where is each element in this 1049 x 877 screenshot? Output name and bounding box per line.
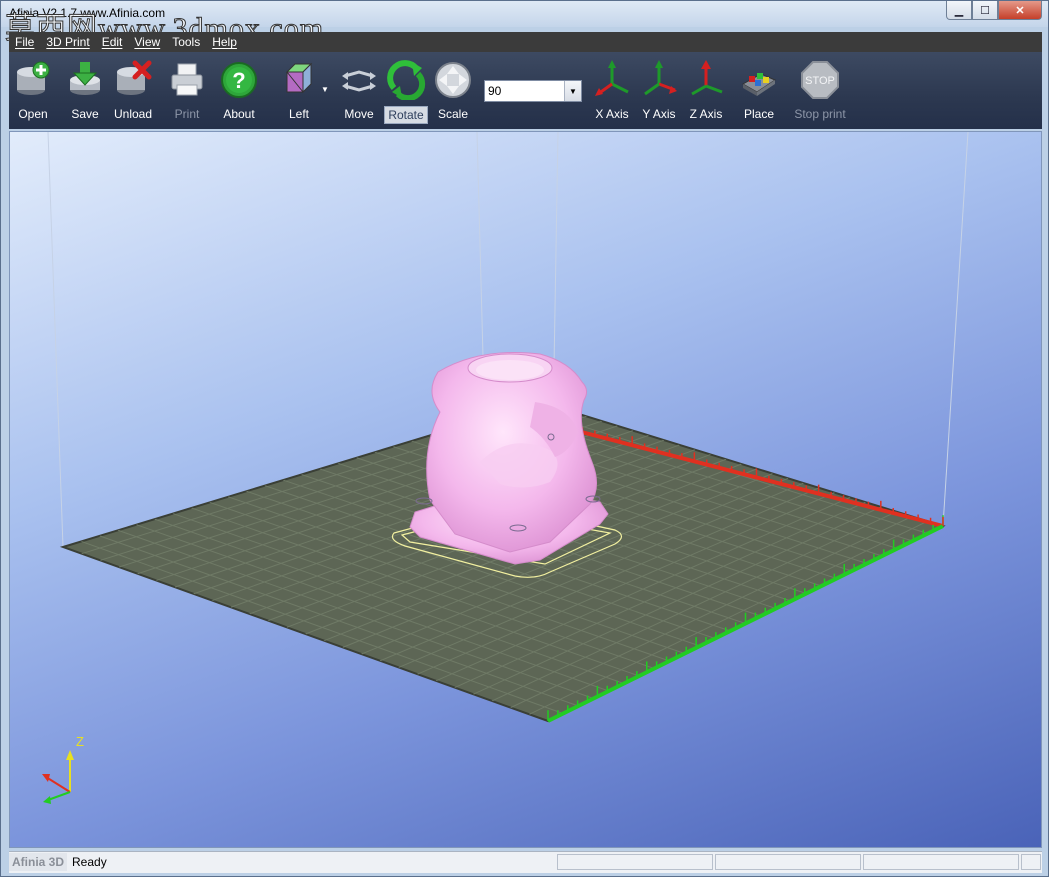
about-label: About <box>223 107 255 121</box>
resize-grip[interactable] <box>1021 854 1041 870</box>
menu-edit[interactable]: Edit <box>96 35 129 49</box>
view-dropdown-arrow-icon[interactable]: ▼ <box>321 85 329 94</box>
open-label: Open <box>18 107 48 121</box>
axis-x-icon <box>595 60 629 96</box>
view-left-button[interactable]: Left <box>271 60 327 122</box>
save-label: Save <box>71 107 99 121</box>
y-axis-label: Y Axis <box>642 107 676 121</box>
chevron-down-icon[interactable]: ▼ <box>564 81 581 101</box>
print-label: Print <box>174 107 200 121</box>
amount-combobox[interactable]: 90 ▼ <box>484 80 582 102</box>
stop-print-button[interactable]: STOP Stop print <box>786 60 854 122</box>
scale-label: Scale <box>437 107 469 121</box>
unload-button[interactable]: Unload <box>105 60 161 122</box>
3d-viewport[interactable]: Z <box>9 131 1042 848</box>
status-pane-1 <box>557 854 713 870</box>
printer-icon <box>171 63 203 96</box>
origin-axis-gizmo: Z <box>42 734 84 804</box>
svg-text:STOP: STOP <box>805 75 835 87</box>
place-label: Place <box>743 107 775 121</box>
amount-value: 90 <box>488 84 502 98</box>
maximize-button[interactable]: ☐ <box>972 1 998 20</box>
status-pane-3 <box>863 854 1019 870</box>
minimize-button[interactable]: ▁ <box>946 1 972 20</box>
title-bar: Afinia V2.1.7 www.Afinia.com 莫西网www.3dmo… <box>1 1 1048 46</box>
about-button[interactable]: ? About <box>211 60 267 122</box>
z-axis-label: Z Axis <box>689 107 723 121</box>
menu-tools[interactable]: Tools <box>166 35 206 49</box>
menu-bar: File 3D Print Edit View Tools Help <box>9 32 1042 52</box>
menu-3d-print[interactable]: 3D Print <box>40 35 95 49</box>
print-button[interactable]: Print <box>159 60 215 122</box>
close-button[interactable]: ✕ <box>998 1 1042 20</box>
scale-icon <box>435 62 471 98</box>
unload-label: Unload <box>113 107 153 121</box>
place-button[interactable]: Place <box>731 60 787 122</box>
app-window: Afinia V2.1.7 www.Afinia.com 莫西网www.3dmo… <box>0 0 1049 877</box>
axis-y-icon <box>644 60 677 96</box>
move-label: Move <box>344 107 374 121</box>
open-button[interactable]: Open <box>5 60 61 122</box>
status-message: Ready <box>72 855 107 869</box>
stop-print-label: Stop print <box>794 107 846 121</box>
menu-help[interactable]: Help <box>206 35 243 49</box>
help-icon: ? <box>221 62 257 98</box>
place-icon <box>741 73 777 96</box>
rotate-icon <box>387 60 426 102</box>
menu-view[interactable]: View <box>128 35 166 49</box>
z-axis-button[interactable]: Z Axis <box>678 60 734 122</box>
3d-model <box>409 352 609 565</box>
view-left-label: Left <box>288 107 309 121</box>
scale-button[interactable]: Scale <box>425 60 481 122</box>
rotate-label: Rotate <box>384 106 428 124</box>
axis-z-icon <box>691 60 723 96</box>
move-arrows-icon <box>342 70 376 92</box>
svg-text:?: ? <box>232 68 245 93</box>
unload-icon <box>117 60 152 95</box>
menu-file[interactable]: File <box>9 35 40 49</box>
save-icon <box>70 62 100 95</box>
open-icon <box>17 61 50 95</box>
scene-canvas: Z <box>42 132 969 804</box>
stop-icon: STOP <box>801 61 839 99</box>
status-pane-2 <box>715 854 861 870</box>
z-axis-gizmo-label: Z <box>76 734 84 749</box>
cube-view-icon <box>285 62 313 94</box>
x-axis-label: X Axis <box>595 107 629 121</box>
status-bar: Afinia 3D Ready <box>9 851 1042 873</box>
status-brand: Afinia 3D <box>9 853 67 871</box>
